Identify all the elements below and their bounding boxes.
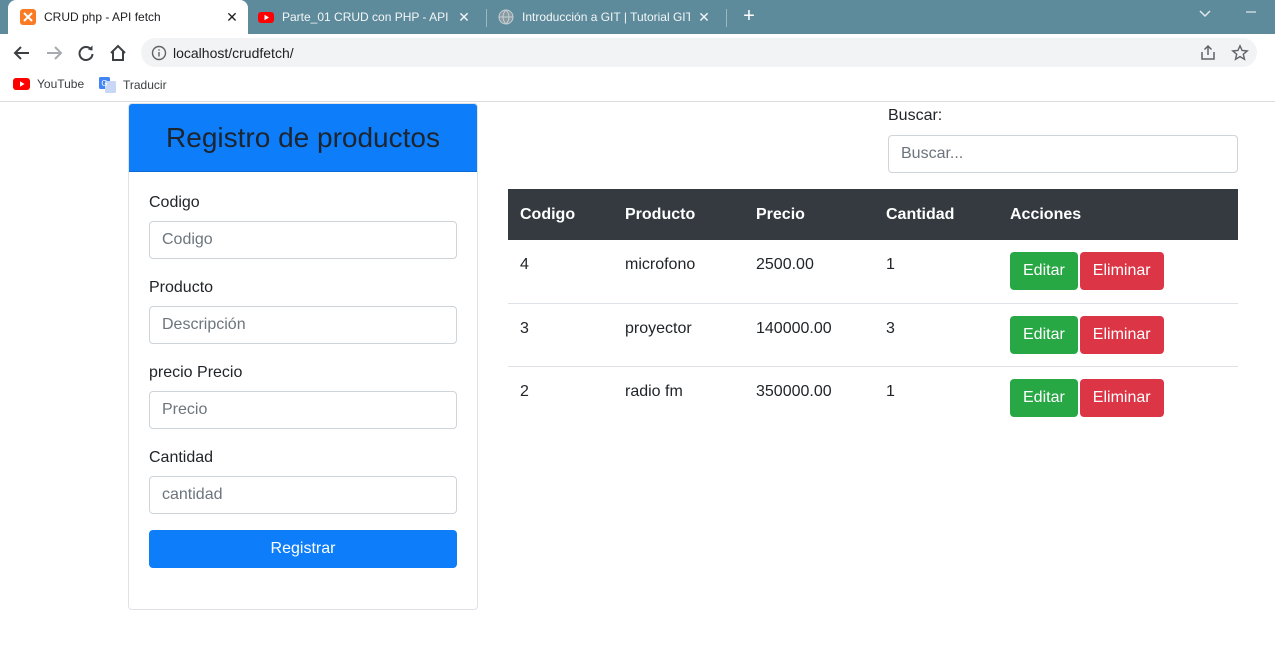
table-row: 3 proyector 140000.00 3 Editar Eliminar [508, 302, 1238, 366]
cell-producto: radio fm [613, 365, 744, 429]
products-table: Codigo Producto Precio Cantidad Acciones… [508, 189, 1238, 429]
search-label: Buscar: [888, 107, 943, 124]
bookmark-traducir[interactable]: G Traducir [99, 77, 167, 93]
home-icon[interactable] [106, 41, 130, 65]
cell-acciones: Editar Eliminar [998, 365, 1238, 429]
tab-separator [486, 9, 487, 27]
codigo-label: Codigo [149, 194, 200, 211]
search-input[interactable] [888, 135, 1238, 173]
producto-label: Producto [149, 279, 214, 296]
back-icon[interactable] [10, 41, 34, 65]
product-form-card: Registro de productos Codigo Producto pr… [128, 103, 478, 610]
precio-label: precio Precio [149, 364, 243, 381]
cell-cantidad: 3 [874, 302, 998, 366]
delete-button[interactable]: Eliminar [1079, 315, 1164, 354]
url-text: localhost/crudfetch/ [173, 44, 294, 61]
table-row: 2 radio fm 350000.00 1 Editar Eliminar [508, 365, 1238, 429]
youtube-icon [258, 9, 274, 25]
bookmarks-bar: YouTube G Traducir [0, 71, 1275, 102]
card-header: Registro de productos [129, 104, 477, 172]
translate-icon: G [99, 77, 116, 93]
registrar-button[interactable]: Registrar [149, 530, 457, 568]
youtube-icon [13, 78, 30, 90]
precio-input[interactable] [149, 391, 457, 429]
close-tab-icon[interactable]: ✕ [456, 9, 472, 25]
cell-codigo: 3 [508, 302, 613, 366]
table-header-row: Codigo Producto Precio Cantidad Acciones [508, 189, 1238, 240]
close-tab-icon[interactable]: ✕ [696, 9, 712, 25]
tab-crud-php[interactable]: CRUD php - API fetch ✕ [8, 0, 248, 34]
cell-precio: 140000.00 [744, 302, 874, 366]
cell-acciones: Editar Eliminar [998, 240, 1238, 303]
info-icon[interactable] [151, 45, 167, 61]
cell-cantidad: 1 [874, 365, 998, 429]
cell-precio: 2500.00 [756, 256, 814, 273]
header-acciones: Acciones [1010, 205, 1082, 223]
cell-producto: microfono [625, 256, 696, 273]
tab-strip: CRUD php - API fetch ✕ Parte_01 CRUD con… [0, 0, 1275, 34]
bookmark-label: YouTube [37, 77, 85, 91]
tab-separator [726, 9, 727, 27]
edit-button[interactable]: Editar [1010, 252, 1078, 290]
tab-title: Introducción a GIT | Tutorial GIT / GitH… [522, 10, 690, 24]
tab-title: Parte_01 CRUD con PHP - API Fetch [282, 10, 450, 24]
delete-button[interactable]: Eliminar [1079, 378, 1164, 417]
form-title: Registro de productos [166, 121, 440, 153]
cell-codigo: 2 [508, 365, 613, 429]
xampp-icon [20, 9, 36, 25]
reload-icon[interactable] [74, 41, 98, 65]
product-form: Codigo Producto precio Precio Cantidad R… [129, 172, 477, 590]
cantidad-input[interactable] [149, 476, 457, 514]
address-bar[interactable]: localhost/crudfetch/ [141, 38, 1257, 67]
table-row: 4 microfono 2500.00 1 Editar Eliminar [508, 240, 1238, 303]
browser-toolbar: localhost/crudfetch/ [0, 34, 1275, 71]
edit-button[interactable]: Editar [1010, 378, 1078, 417]
close-tab-icon[interactable]: ✕ [224, 9, 240, 25]
tab-search-icon[interactable] [1198, 6, 1212, 23]
header-precio: Precio [756, 205, 805, 223]
header-cantidad: Cantidad [886, 205, 955, 223]
delete-button[interactable]: Eliminar [1079, 252, 1164, 290]
cell-cantidad: 1 [886, 256, 895, 273]
new-tab-button[interactable]: + [738, 5, 760, 27]
header-producto: Producto [625, 205, 696, 223]
cell-codigo: 4 [520, 256, 529, 273]
producto-input[interactable] [149, 306, 457, 344]
cell-producto: proyector [613, 302, 744, 366]
cantidad-label: Cantidad [149, 449, 214, 466]
share-icon[interactable] [1199, 44, 1217, 62]
cell-precio: 350000.00 [744, 365, 874, 429]
codigo-input[interactable] [149, 221, 457, 259]
edit-button[interactable]: Editar [1010, 315, 1078, 354]
bookmark-label: Traducir [123, 78, 167, 92]
minimize-icon[interactable] [1244, 4, 1258, 21]
tab-git-tutorial[interactable]: Introducción a GIT | Tutorial GIT / GitH… [492, 0, 720, 34]
cell-acciones: Editar Eliminar [998, 302, 1238, 366]
svg-text:G: G [101, 79, 107, 88]
globe-icon [498, 9, 514, 25]
forward-icon[interactable] [42, 41, 66, 65]
bookmark-youtube[interactable]: YouTube [13, 77, 84, 91]
tab-youtube-video[interactable]: Parte_01 CRUD con PHP - API Fetch ✕ [252, 0, 480, 34]
bookmark-star-icon[interactable] [1231, 44, 1249, 62]
tab-title: CRUD php - API fetch [44, 10, 161, 24]
header-codigo: Codigo [520, 205, 576, 223]
